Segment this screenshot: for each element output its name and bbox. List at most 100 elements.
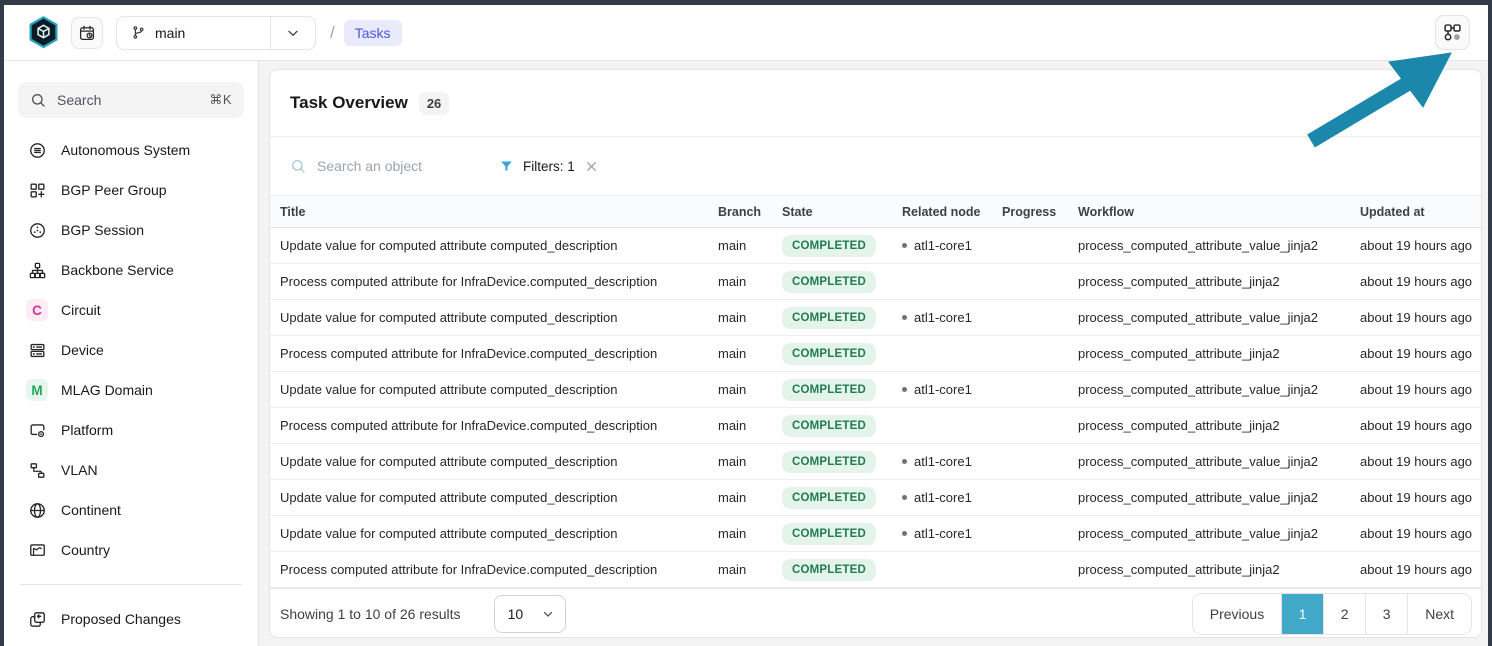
- column-header-title: Title: [270, 196, 710, 228]
- task-updated-at: about 19 hours ago: [1352, 264, 1481, 300]
- object-search-input[interactable]: Search an object: [290, 158, 499, 174]
- node-dot-icon: [902, 243, 907, 248]
- page-button-1[interactable]: 1: [1281, 594, 1323, 634]
- tasks-table: TitleBranchStateRelated nodeProgressWork…: [270, 195, 1481, 588]
- task-row[interactable]: Process computed attribute for InfraDevi…: [270, 336, 1481, 372]
- autonomous-system-icon: [27, 140, 47, 160]
- app-logo-icon[interactable]: [28, 16, 59, 49]
- filters-group: Filters: 1: [499, 159, 599, 174]
- task-updated-at: about 19 hours ago: [1352, 228, 1481, 264]
- task-branch: main: [710, 372, 774, 408]
- column-header-branch: Branch: [710, 196, 774, 228]
- task-workflow: process_computed_attribute_value_jinja2: [1070, 228, 1352, 264]
- sidebar-item-object-management[interactable]: Object Management: [18, 639, 244, 646]
- task-branch: main: [710, 552, 774, 588]
- node-dot-icon: [902, 459, 907, 464]
- git-branch-icon: [131, 25, 146, 40]
- column-header-updated-at: Updated at: [1352, 196, 1481, 228]
- sidebar-item-label: BGP Session: [61, 222, 144, 238]
- continent-icon: [27, 500, 47, 520]
- task-row[interactable]: Update value for computed attribute comp…: [270, 516, 1481, 552]
- previous-button[interactable]: Previous: [1193, 594, 1281, 634]
- task-workflow: process_computed_attribute_value_jinja2: [1070, 372, 1352, 408]
- task-updated-at: about 19 hours ago: [1352, 336, 1481, 372]
- state-badge: COMPLETED: [782, 415, 876, 437]
- branch-selector[interactable]: main: [116, 16, 316, 50]
- sidebar-item-mlag-domain[interactable]: MMLAG Domain: [18, 370, 244, 410]
- sidebar-item-bgp-session[interactable]: BGP Session: [18, 210, 244, 250]
- breadcrumb-tasks[interactable]: Tasks: [344, 20, 402, 46]
- page-size-select[interactable]: 10: [494, 595, 566, 633]
- clear-filters-icon[interactable]: [584, 159, 599, 174]
- task-title: Update value for computed attribute comp…: [270, 516, 710, 552]
- page-button-3[interactable]: 3: [1365, 594, 1407, 634]
- task-row[interactable]: Process computed attribute for InfraDevi…: [270, 408, 1481, 444]
- date-time-button[interactable]: [71, 17, 103, 49]
- task-count-badge: 26: [419, 92, 449, 115]
- sidebar-item-autonomous-system[interactable]: Autonomous System: [18, 130, 244, 170]
- task-row[interactable]: Update value for computed attribute comp…: [270, 444, 1481, 480]
- sidebar-item-platform[interactable]: Platform: [18, 410, 244, 450]
- state-badge: COMPLETED: [782, 379, 876, 401]
- task-related-node: atl1-core1: [894, 516, 994, 552]
- sidebar-item-country[interactable]: Country: [18, 530, 244, 570]
- task-branch: main: [710, 444, 774, 480]
- task-row[interactable]: Update value for computed attribute comp…: [270, 372, 1481, 408]
- search-shortcut: ⌘K: [209, 92, 232, 108]
- task-branch: main: [710, 516, 774, 552]
- filter-funnel-icon[interactable]: [499, 159, 514, 174]
- sidebar-item-label: Platform: [61, 422, 113, 438]
- filters-label[interactable]: Filters: 1: [523, 159, 575, 174]
- task-row[interactable]: Process computed attribute for InfraDevi…: [270, 552, 1481, 588]
- task-title: Update value for computed attribute comp…: [270, 480, 710, 516]
- branch-dropdown-toggle[interactable]: [270, 17, 315, 49]
- vlan-icon: [27, 460, 47, 480]
- task-row[interactable]: Process computed attribute for InfraDevi…: [270, 264, 1481, 300]
- sidebar-item-proposed-changes[interactable]: Proposed Changes: [18, 599, 244, 639]
- sidebar-item-bgp-peer-group[interactable]: BGP Peer Group: [18, 170, 244, 210]
- task-state: COMPLETED: [774, 480, 894, 516]
- results-summary: Showing 1 to 10 of 26 results: [280, 606, 461, 622]
- task-branch: main: [710, 300, 774, 336]
- task-workflow: process_computed_attribute_jinja2: [1070, 336, 1352, 372]
- sidebar-item-label: Continent: [61, 502, 121, 518]
- task-progress: [994, 228, 1070, 264]
- workflow-apps-button[interactable]: [1435, 15, 1470, 50]
- sidebar-footer-nav: Proposed ChangesObject Management: [18, 599, 244, 646]
- next-button[interactable]: Next: [1407, 594, 1471, 634]
- task-row[interactable]: Update value for computed attribute comp…: [270, 480, 1481, 516]
- task-updated-at: about 19 hours ago: [1352, 552, 1481, 588]
- page-button-2[interactable]: 2: [1323, 594, 1365, 634]
- task-updated-at: about 19 hours ago: [1352, 300, 1481, 336]
- task-progress: [994, 336, 1070, 372]
- node-dot-icon: [902, 387, 907, 392]
- chevron-down-icon: [285, 25, 301, 41]
- column-header-state: State: [774, 196, 894, 228]
- sidebar-item-label: Backbone Service: [61, 262, 174, 278]
- task-row[interactable]: Update value for computed attribute comp…: [270, 228, 1481, 264]
- sidebar-item-device[interactable]: Device: [18, 330, 244, 370]
- table-footer: Showing 1 to 10 of 26 results 10 Previou…: [270, 588, 1481, 638]
- platform-icon: [27, 420, 47, 440]
- sidebar-item-continent[interactable]: Continent: [18, 490, 244, 530]
- sidebar-item-label: Circuit: [61, 302, 101, 318]
- backbone-service-icon: [27, 260, 47, 280]
- card-header: Task Overview 26: [270, 70, 1481, 137]
- task-workflow: process_computed_attribute_jinja2: [1070, 264, 1352, 300]
- page-size-value: 10: [508, 606, 524, 622]
- task-title: Update value for computed attribute comp…: [270, 372, 710, 408]
- task-row[interactable]: Update value for computed attribute comp…: [270, 300, 1481, 336]
- sidebar-item-circuit[interactable]: CCircuit: [18, 290, 244, 330]
- sidebar-search[interactable]: Search ⌘K: [18, 82, 244, 118]
- task-related-node: atl1-core1: [894, 300, 994, 336]
- sidebar-item-backbone-service[interactable]: Backbone Service: [18, 250, 244, 290]
- sidebar-item-vlan[interactable]: VLAN: [18, 450, 244, 490]
- task-title: Process computed attribute for InfraDevi…: [270, 336, 710, 372]
- task-branch: main: [710, 336, 774, 372]
- task-state: COMPLETED: [774, 552, 894, 588]
- task-branch: main: [710, 228, 774, 264]
- sidebar-item-label: Autonomous System: [61, 142, 190, 158]
- task-related-node: [894, 552, 994, 588]
- breadcrumb-separator: /: [330, 23, 335, 43]
- task-updated-at: about 19 hours ago: [1352, 516, 1481, 552]
